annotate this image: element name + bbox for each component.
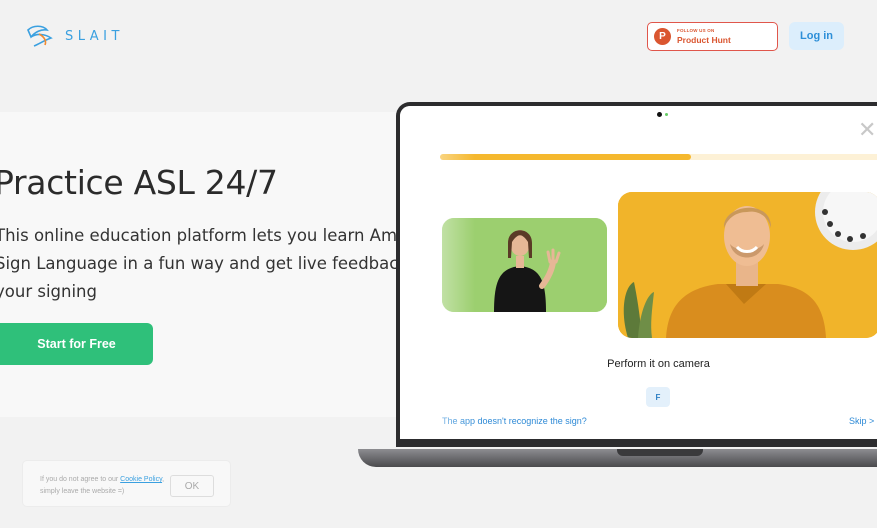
- close-icon[interactable]: ✕: [858, 118, 876, 143]
- slait-logo[interactable]: SLAIT: [25, 24, 124, 48]
- laptop-screen: ✕ Perform it on camera F The app doesn't…: [400, 106, 877, 439]
- webcam-led: [665, 113, 668, 116]
- hero-description-line: your signing: [0, 282, 97, 301]
- hero-description-line: Sign Language in a fun way and get live …: [0, 254, 434, 273]
- target-letter: F: [646, 387, 670, 407]
- cookie-ok-button[interactable]: OK: [170, 475, 214, 497]
- screen-fade-overlay: [400, 106, 475, 439]
- login-button[interactable]: Log in: [789, 22, 844, 50]
- skip-link[interactable]: Skip >: [849, 416, 874, 426]
- lesson-progress-fill: [440, 154, 691, 160]
- user-camera-feed: [618, 192, 877, 338]
- product-hunt-badge[interactable]: P FOLLOW US ON Product Hunt: [647, 22, 778, 51]
- hero-description-line: This online education platform lets you …: [0, 226, 449, 245]
- user-camera-illustration: [618, 192, 877, 338]
- cookie-text-before: If you do not agree to our: [40, 476, 121, 483]
- cookie-policy-link[interactable]: Cookie Policy: [120, 476, 162, 483]
- product-hunt-caption: FOLLOW US ON: [677, 28, 715, 33]
- slait-logo-icon: [27, 25, 53, 47]
- start-for-free-button[interactable]: Start for Free: [0, 323, 153, 365]
- cookie-message: If you do not agree to our Cookie Policy…: [40, 474, 170, 498]
- cookie-banner: If you do not agree to our Cookie Policy…: [22, 460, 231, 507]
- hero-description: This online education platform lets you …: [0, 222, 449, 306]
- product-hunt-label: Product Hunt: [677, 34, 731, 45]
- lesson-progress-bar: [440, 154, 877, 160]
- hero-title: Practice ASL 24/7: [0, 163, 278, 202]
- webcam-dot: [657, 112, 662, 117]
- product-hunt-icon: P: [654, 28, 671, 45]
- laptop-hinge: [617, 449, 703, 456]
- brand-name: SLAIT: [65, 28, 124, 44]
- hero-card: Practice ASL 24/7 This online education …: [0, 112, 448, 417]
